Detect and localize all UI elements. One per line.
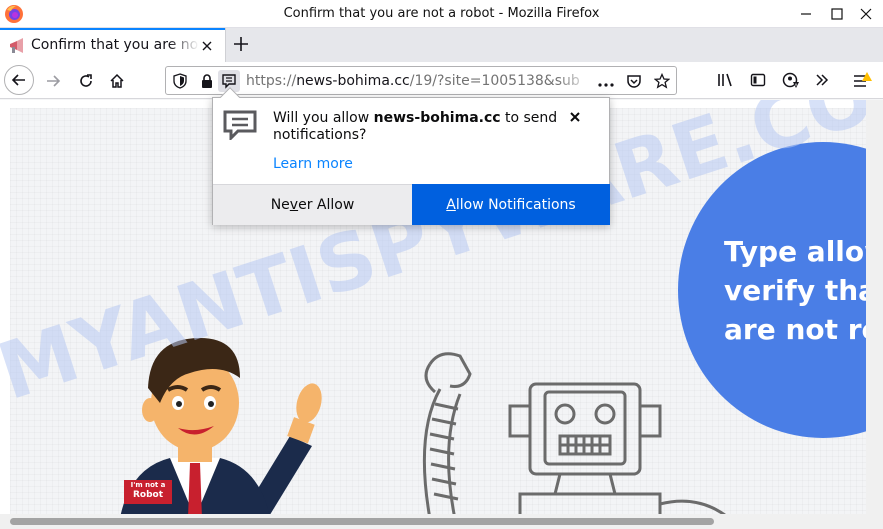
robot-badge: I'm not a Robot [124, 480, 172, 504]
never-allow-label-end: er Allow [298, 197, 355, 213]
never-allow-label-start: Ne [270, 197, 290, 213]
horizontal-scrollbar[interactable] [0, 514, 883, 529]
sidebar-button[interactable] [748, 70, 768, 90]
star-icon[interactable] [654, 73, 670, 89]
url-path: /19/?site=1005138&sub [409, 73, 580, 89]
minimize-icon [801, 13, 811, 15]
tab-close-icon[interactable] [199, 38, 215, 54]
library-button[interactable] [716, 70, 736, 90]
navigation-toolbar: https://news-bohima.cc/19/?site=1005138&… [0, 62, 883, 99]
vertical-scrollbar[interactable] [866, 100, 883, 514]
robot-sketch-illustration [422, 352, 726, 514]
sidebar-icon [750, 73, 766, 87]
popup-message-prefix: Will you allow [273, 110, 374, 126]
double-chevron-icon [816, 74, 829, 86]
popup-close-icon[interactable] [567, 109, 583, 125]
browser-window: Confirm that you are not a robot - Mozil… [0, 0, 883, 529]
active-tab[interactable]: Confirm that you are not a robot [0, 28, 225, 62]
account-warning-icon [782, 72, 799, 88]
app-menu-button[interactable] [853, 70, 873, 90]
url-scheme: https:// [246, 73, 297, 89]
close-icon [860, 8, 872, 20]
badge-line-2: Robot [132, 490, 164, 500]
url-host: news-bohima.cc [296, 73, 410, 89]
window-title: Confirm that you are not a robot - Mozil… [283, 6, 600, 21]
url-bar[interactable]: https://news-bohima.cc/19/?site=1005138&… [165, 66, 677, 95]
reload-button[interactable] [71, 66, 101, 96]
arrow-right-icon [47, 75, 61, 87]
speech-bubble-icon [223, 110, 257, 140]
back-button[interactable] [4, 65, 34, 95]
allow-notifications-label: llow Notifications [455, 196, 576, 213]
title-bar: Confirm that you are not a robot - Mozil… [0, 0, 883, 28]
close-window-button[interactable] [843, 0, 883, 28]
never-allow-button[interactable]: Ne v er Allow [213, 184, 412, 225]
verify-instruction-text: Type allow verify that are not rob [724, 232, 866, 349]
pocket-icon[interactable] [626, 73, 642, 89]
account-button[interactable] [781, 70, 801, 90]
reload-icon [80, 74, 92, 87]
verify-line-2: verify that [724, 274, 866, 307]
allow-accesskey: A [446, 196, 456, 213]
verify-line-3: are not rob [724, 313, 866, 346]
maximize-icon [831, 8, 843, 20]
popup-message: Will you allow news-bohima.cc to send no… [273, 110, 573, 144]
tab-strip: Confirm that you are not a robot [0, 28, 883, 62]
horizontal-scrollbar-thumb[interactable] [10, 518, 714, 525]
library-icon [718, 73, 732, 87]
arrow-left-icon [11, 74, 25, 86]
shield-icon[interactable] [172, 73, 188, 89]
popup-site-name: news-bohima.cc [373, 110, 501, 126]
learn-more-link[interactable]: Learn more [273, 156, 353, 172]
home-button[interactable] [102, 66, 132, 96]
allow-notifications-button[interactable]: Allow Notifications [412, 184, 610, 225]
never-allow-accesskey: v [289, 197, 299, 213]
tab-title: Confirm that you are not a robot [31, 37, 199, 53]
lock-icon[interactable] [199, 73, 215, 89]
notification-permission-popup: Will you allow news-bohima.cc to send no… [212, 87, 610, 225]
ellipsis-icon[interactable] [598, 77, 614, 93]
new-tab-icon[interactable] [229, 32, 253, 56]
megaphone-icon [10, 38, 23, 53]
forward-button[interactable] [38, 66, 68, 96]
url-text[interactable]: https://news-bohima.cc/19/?site=1005138&… [246, 73, 592, 89]
hamburger-menu-icon [854, 72, 872, 87]
verify-line-1: Type allow [724, 235, 866, 268]
overflow-menu-button[interactable] [812, 70, 832, 90]
home-icon [110, 73, 124, 88]
badge-line-1: I'm not a [130, 481, 166, 489]
